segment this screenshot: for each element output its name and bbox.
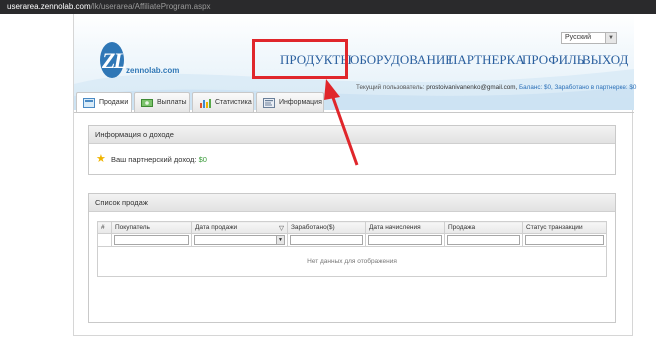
language-select[interactable]: Русский ▼ [561,32,617,44]
filter-row: ▼ [97,233,607,247]
filter-icon[interactable]: ▽ [279,224,287,232]
filter-cell: ▼ [191,233,288,247]
column-header[interactable]: Дата начисления [365,221,445,234]
filter-cell [111,233,192,247]
url-path: /lk/userarea/AffiliateProgram.aspx [90,2,211,11]
tab-content: Информация о доходе ★ Ваш партнерский до… [74,112,634,336]
column-header[interactable]: Покупатель [111,221,192,234]
empty-message: Нет данных для отображения [97,246,607,277]
tab-label: Выплаты [157,99,187,106]
tab-label: Информация [279,99,322,106]
filter-cell [287,233,366,247]
column-header[interactable]: # [97,221,112,234]
logo-text: zennolab.com [126,66,180,75]
filter-input-sale[interactable] [447,235,520,245]
income-panel: Информация о доходе ★ Ваш партнерский до… [88,125,616,175]
nav-affiliate[interactable]: ПАРТНЕРКА [448,52,525,68]
tab-label: Статистика [215,99,252,106]
star-icon: ★ [96,153,106,165]
address-bar[interactable]: userarea.zennolab.com/lk/userarea/Affili… [0,0,656,14]
nav-logout[interactable]: ВЫХОД [582,52,628,68]
filter-input-accrual-date[interactable] [368,235,442,245]
user-label: Текущий пользователь: [356,84,425,91]
filter-cell [365,233,445,247]
info-icon [263,98,275,108]
sales-icon [83,98,95,108]
sales-table: # Покупатель Дата продажи ▽ Заработано($)… [97,221,607,277]
tab-payouts[interactable]: Выплаты [134,92,190,112]
highlight-box [252,39,348,79]
filter-cell [97,233,112,247]
chart-icon [200,99,211,108]
filter-cell [522,233,607,247]
income-value: $0 [198,155,207,164]
payouts-icon [141,99,153,107]
nav-equipment[interactable]: ОБОРУДОВАНИЕ [350,52,453,68]
tab-sales[interactable]: Продажи [76,92,132,113]
filter-select-date[interactable]: ▼ [194,235,285,245]
sales-panel: Список продаж # Покупатель Дата продажи ▽… [88,193,616,323]
filter-input-buyer[interactable] [114,235,189,245]
user-email: prostoivanivanenko@gmail.com, [426,84,518,91]
user-info: Текущий пользователь: prostoivanivanenko… [356,84,636,91]
url-domain: userarea.zennolab.com [7,2,91,11]
column-header-label: Дата продажи [195,223,238,231]
income-panel-title: Информация о доходе [89,126,615,144]
filter-input-status[interactable] [525,235,604,245]
filter-cell [444,233,523,247]
income-label: Ваш партнерский доход: [111,155,197,164]
language-value: Русский [565,34,591,41]
column-header[interactable]: Заработано($) [287,221,366,234]
balance: Баланс: $0, [519,84,553,91]
page-container: ZL zennolab.com Русский ▼ ПРОДУКТЫ ОБОРУ… [73,14,636,336]
table-header-row: # Покупатель Дата продажи ▽ Заработано($)… [97,221,607,234]
empty-row: Нет данных для отображения [97,246,607,277]
tab-statistics[interactable]: Статистика [192,92,254,112]
column-header-sorted[interactable]: Дата продажи ▽ [191,221,288,234]
column-header[interactable]: Статус транзакции [522,221,607,234]
sales-panel-title: Список продаж [89,194,615,212]
filter-input-earned[interactable] [290,235,363,245]
nav-profile[interactable]: ПРОФИЛЬ [522,52,584,68]
chevron-down-icon[interactable]: ▼ [605,33,616,43]
earned: Заработано в партнерке: $0 [554,84,637,91]
column-header[interactable]: Продажа [444,221,523,234]
chevron-down-icon[interactable]: ▼ [276,236,284,244]
income-line: Ваш партнерский доход: $0 [111,155,207,164]
logo-letters: ZL [102,48,127,73]
tab-info[interactable]: Информация [256,92,324,112]
tab-label: Продажи [99,99,129,106]
